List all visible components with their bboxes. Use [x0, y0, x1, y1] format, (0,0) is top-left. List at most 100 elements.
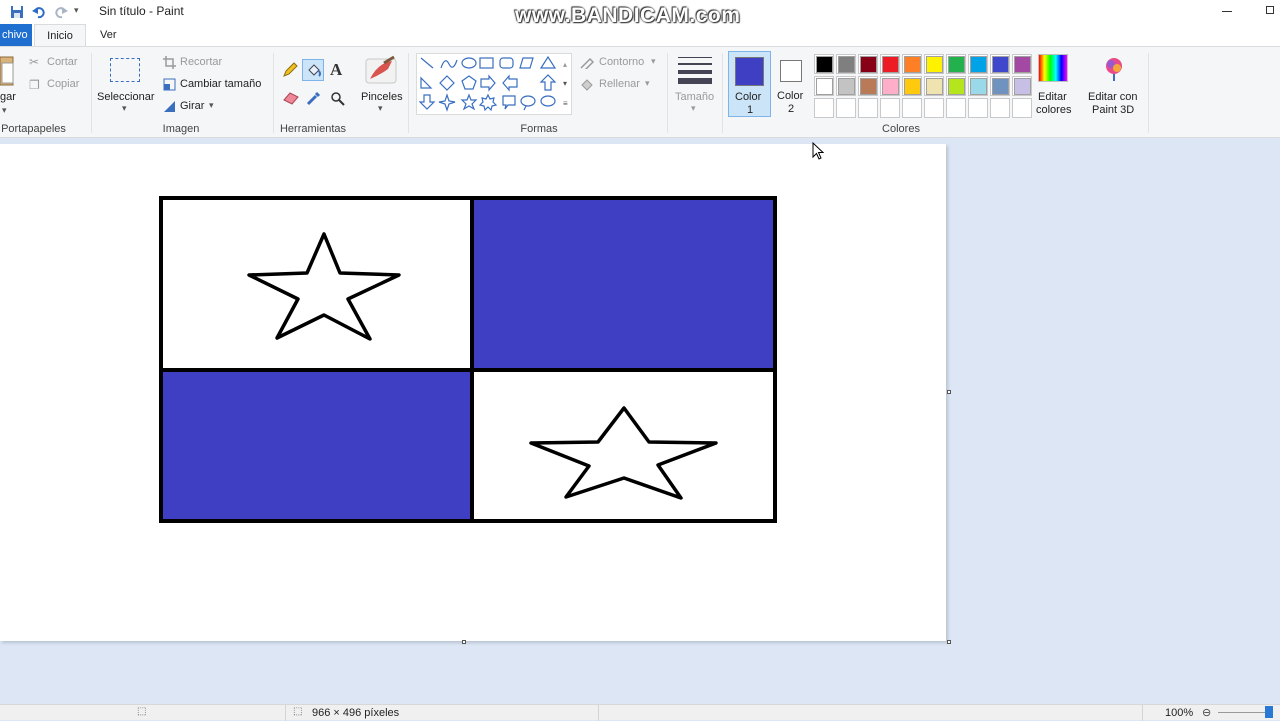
copy-button[interactable]: Copiar — [47, 78, 79, 90]
palette-color-swatch[interactable] — [902, 54, 922, 74]
zoom-out-icon[interactable]: ⊖ — [1202, 706, 1211, 719]
palette-color-fill — [926, 78, 943, 95]
palette-color-swatch[interactable] — [814, 54, 834, 74]
palette-custom-slot[interactable] — [968, 98, 988, 118]
save-icon[interactable] — [10, 5, 24, 19]
palette-color-fill — [926, 56, 943, 73]
clipboard-group-label: Portapapeles — [1, 123, 66, 135]
size-icon[interactable] — [678, 55, 712, 85]
palette-color-swatch[interactable] — [1012, 76, 1032, 96]
palette-color-swatch[interactable] — [968, 76, 988, 96]
magnifier-icon[interactable] — [330, 91, 345, 106]
colors-group-label: Colores — [882, 123, 920, 135]
brushes-button[interactable]: Pinceles — [361, 91, 403, 103]
paint3d-icon[interactable] — [1100, 54, 1128, 84]
paint3d-label-1[interactable]: Editar con — [1088, 91, 1138, 103]
palette-color-swatch[interactable] — [880, 76, 900, 96]
redo-icon[interactable] — [54, 5, 68, 19]
crop-button[interactable]: Recortar — [180, 56, 222, 68]
resize-handle-right[interactable] — [947, 390, 951, 394]
image-group-label: Imagen — [162, 123, 200, 135]
palette-color-swatch[interactable] — [990, 76, 1010, 96]
minimize-icon[interactable] — [1222, 11, 1232, 12]
fill-shape-dropdown-icon[interactable]: ▾ — [645, 78, 650, 89]
resize-handle-corner[interactable] — [947, 640, 951, 644]
palette-color-swatch[interactable] — [946, 54, 966, 74]
palette-color-fill — [948, 78, 965, 95]
palette-color-swatch[interactable] — [858, 54, 878, 74]
select-button[interactable]: Seleccionar — [97, 91, 154, 103]
edit-colors-icon[interactable] — [1038, 54, 1068, 82]
tab-view[interactable]: Ver — [100, 24, 117, 46]
palette-color-fill — [838, 78, 855, 95]
palette-color-swatch[interactable] — [814, 76, 834, 96]
svg-text:▾: ▾ — [563, 79, 567, 88]
color1-button[interactable]: Color 1 — [728, 51, 771, 117]
zoom-slider-track[interactable] — [1218, 712, 1268, 713]
rotate-dropdown-icon[interactable]: ▾ — [209, 100, 214, 111]
color-picker-icon[interactable] — [306, 90, 322, 106]
palette-color-swatch[interactable] — [990, 54, 1010, 74]
shapes-gallery[interactable]: ▴ ▾ ≡ — [416, 53, 572, 115]
palette-custom-slot[interactable] — [814, 98, 834, 118]
palette-color-swatch[interactable] — [858, 76, 878, 96]
outline-dropdown-icon[interactable]: ▾ — [651, 56, 656, 67]
zoom-slider-thumb[interactable] — [1265, 706, 1273, 718]
palette-custom-slot[interactable] — [858, 98, 878, 118]
palette-color-fill — [816, 78, 833, 95]
color1-swatch — [735, 57, 764, 86]
palette-color-swatch[interactable] — [924, 54, 944, 74]
palette-color-swatch[interactable] — [946, 76, 966, 96]
tab-file[interactable]: chivo — [0, 24, 32, 46]
text-tool-icon[interactable]: A — [330, 60, 342, 80]
outline-button[interactable]: Contorno — [599, 56, 644, 68]
maximize-icon[interactable] — [1266, 6, 1274, 14]
palette-custom-slot[interactable] — [836, 98, 856, 118]
size-dropdown-icon[interactable]: ▾ — [691, 103, 696, 114]
rotate-button[interactable]: Girar — [180, 100, 204, 112]
paint3d-label-2[interactable]: Paint 3D — [1092, 104, 1134, 116]
palette-color-swatch[interactable] — [1012, 54, 1032, 74]
fill-tool-selected[interactable] — [302, 59, 324, 81]
resize-handle-bottom[interactable] — [462, 640, 466, 644]
palette-custom-slot[interactable] — [946, 98, 966, 118]
edit-colors-label-2[interactable]: colores — [1036, 104, 1071, 116]
edit-colors-label-1[interactable]: Editar — [1038, 91, 1067, 103]
palette-color-swatch[interactable] — [836, 76, 856, 96]
palette-custom-slot[interactable] — [880, 98, 900, 118]
palette-custom-slot[interactable] — [1012, 98, 1032, 118]
select-icon[interactable] — [110, 58, 140, 82]
palette-color-fill — [970, 56, 987, 73]
shapes-gallery-icons: ▴ ▾ ≡ — [418, 55, 568, 112]
palette-custom-slot[interactable] — [924, 98, 944, 118]
color2-button[interactable]: Color 2 — [774, 51, 810, 117]
palette-color-fill — [1014, 56, 1031, 73]
palette-color-swatch[interactable] — [968, 54, 988, 74]
palette-custom-slot[interactable] — [990, 98, 1010, 118]
brushes-icon[interactable] — [364, 55, 398, 87]
size-button[interactable]: Tamaño — [675, 91, 714, 103]
cut-button[interactable]: Cortar — [47, 56, 78, 68]
pencil-icon[interactable] — [282, 62, 298, 78]
palette-color-swatch[interactable] — [924, 76, 944, 96]
palette-color-swatch[interactable] — [836, 54, 856, 74]
paste-icon[interactable] — [0, 55, 16, 87]
fill-shape-button[interactable]: Rellenar — [599, 78, 640, 90]
paste-label[interactable]: gar — [0, 91, 16, 103]
undo-icon[interactable] — [32, 5, 46, 19]
tab-home[interactable]: Inicio — [34, 24, 86, 46]
palette-color-swatch[interactable] — [880, 54, 900, 74]
palette-color-swatch[interactable] — [902, 76, 922, 96]
resize-button[interactable]: Cambiar tamaño — [180, 78, 261, 90]
palette-color-fill — [838, 56, 855, 73]
palette-color-fill — [816, 56, 833, 73]
drawing-canvas[interactable] — [0, 144, 946, 641]
zoom-level: 100% — [1165, 707, 1194, 719]
paste-dropdown-icon[interactable]: ▾ — [2, 105, 7, 116]
quick-access-dropdown-icon[interactable]: ▾ — [74, 5, 79, 16]
select-dropdown-icon[interactable]: ▾ — [122, 103, 127, 114]
palette-custom-slot[interactable] — [902, 98, 922, 118]
brushes-dropdown-icon[interactable]: ▾ — [378, 103, 383, 114]
eraser-icon[interactable] — [283, 91, 299, 105]
group-divider — [273, 53, 274, 133]
